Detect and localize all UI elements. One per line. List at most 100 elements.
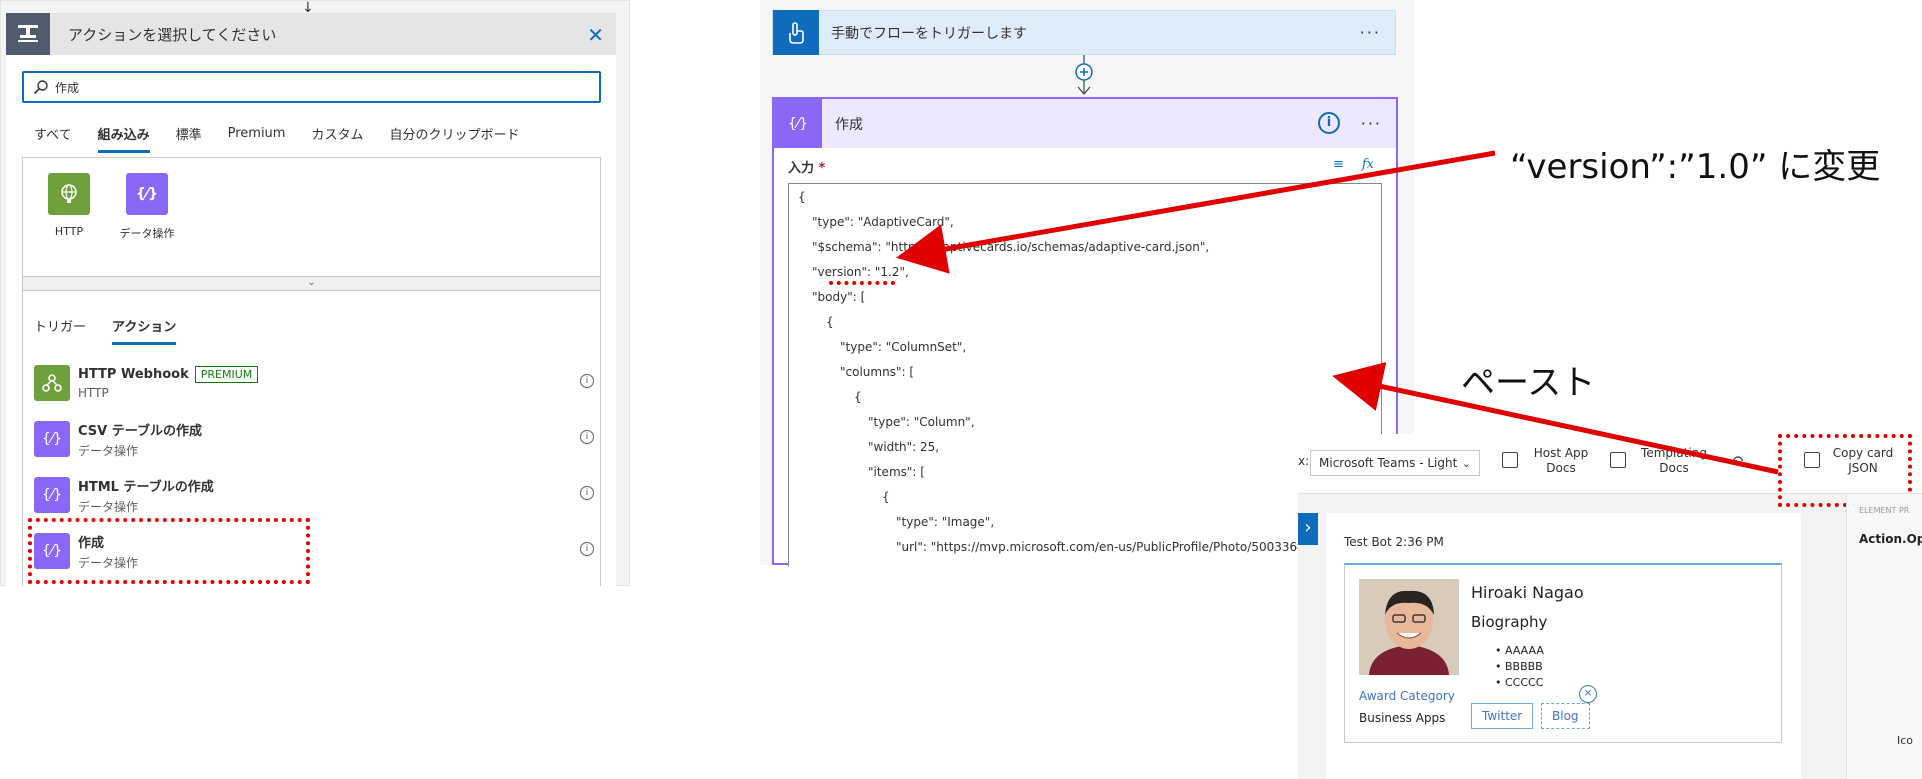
adaptive-card-designer: x: Microsoft Teams - Light ⌄ Host App Do…: [1298, 434, 1922, 779]
info-icon[interactable]: i: [580, 486, 594, 500]
host-app-value: Microsoft Teams - Light: [1319, 456, 1458, 470]
tab-triggers[interactable]: トリガー: [34, 316, 86, 345]
action-connector: データ操作: [78, 443, 139, 458]
json-line: "type": "Image",: [896, 515, 995, 529]
compose-header[interactable]: {⁄} 作成 i ···: [774, 99, 1396, 148]
collapse-toggle[interactable]: ⌄: [22, 277, 601, 291]
annotation-change-version: “version”:”1.0” に変更: [1510, 147, 1881, 187]
tab-all[interactable]: すべて: [34, 124, 72, 153]
twitter-button[interactable]: Twitter: [1471, 703, 1534, 729]
award-category-label: Award Category: [1359, 689, 1455, 703]
compose-title: 作成: [835, 116, 863, 133]
host-app-docs-button[interactable]: Host App Docs: [1502, 446, 1602, 476]
json-line-version: "version": "1.2",: [812, 265, 909, 279]
input-label: 入力 *: [788, 157, 825, 176]
json-line: "items": [: [868, 465, 925, 479]
selected-element-type: Action.Op: [1859, 532, 1922, 546]
list-item: • BBBBB: [1495, 660, 1543, 673]
action-connector: HTTP: [78, 386, 109, 400]
tab-built-in[interactable]: 組み込み: [97, 124, 150, 153]
json-line: {: [882, 490, 890, 504]
tab-my-clipboard[interactable]: 自分のクリップボード: [389, 124, 519, 153]
award-category-value: Business Apps: [1359, 711, 1446, 725]
trigger-action-tabs: トリガー アクション: [34, 316, 202, 345]
tab-custom[interactable]: カスタム: [311, 124, 363, 153]
connector-label: HTTP: [54, 225, 84, 238]
operation-icon: [6, 13, 50, 55]
undo-icon[interactable]: ↶: [1730, 452, 1743, 471]
dynamic-content-icon[interactable]: ≡: [1333, 157, 1344, 172]
search-input[interactable]: [55, 80, 555, 94]
action-create-csv-table[interactable]: {⁄} CSV テーブルの作成 データ操作 i: [34, 418, 594, 460]
braces-icon: {⁄}: [34, 421, 70, 457]
host-app-select[interactable]: Microsoft Teams - Light ⌄: [1310, 450, 1480, 476]
biography-list: • AAAAA • BBBBB • CCCCC: [1495, 643, 1544, 691]
json-line: "type": "Column",: [868, 415, 975, 429]
action-name: HTML テーブルの作成: [78, 479, 214, 495]
element-properties-pane: ELEMENT PR Action.Op Ico: [1846, 494, 1922, 779]
tab-premium[interactable]: Premium: [228, 126, 286, 151]
info-icon[interactable]: i: [1318, 112, 1340, 134]
remove-element-icon[interactable]: ×: [1579, 685, 1597, 703]
biography-heading: Biography: [1471, 613, 1548, 631]
close-icon[interactable]: ✕: [587, 23, 604, 47]
json-line: {: [854, 390, 862, 404]
json-input-field[interactable]: { "type": "AdaptiveCard", "$schema": "ht…: [788, 183, 1382, 567]
info-icon[interactable]: i: [580, 374, 594, 388]
template-icon: [1610, 452, 1626, 468]
host-prefix: x:: [1298, 454, 1310, 468]
bot-timestamp: Test Bot 2:36 PM: [1344, 535, 1444, 549]
json-line: "body": [: [812, 290, 866, 304]
braces-icon: {⁄}: [126, 173, 168, 215]
expand-panel-icon[interactable]: ›: [1298, 513, 1318, 545]
blog-button[interactable]: Blog: [1541, 703, 1590, 729]
connector-grid: HTTP {⁄} データ操作: [22, 157, 601, 277]
more-options-icon[interactable]: ···: [1360, 23, 1381, 42]
templating-docs-button[interactable]: Templating Docs: [1610, 446, 1720, 476]
json-line: "$schema": "http://adaptivecards.io/sche…: [812, 240, 1210, 254]
json-line: {: [826, 315, 834, 329]
hand-tap-icon: [773, 10, 819, 55]
json-line: "columns": [: [840, 365, 915, 379]
braces-icon: {⁄}: [774, 99, 822, 148]
connector-http[interactable]: HTTP: [29, 173, 109, 238]
globe-icon: [48, 173, 90, 215]
category-tabs: すべて 組み込み 標準 Premium カスタム 自分のクリップボード: [34, 123, 546, 153]
more-options-icon[interactable]: ···: [1361, 114, 1382, 133]
connector-data-operation[interactable]: {⁄} データ操作: [107, 173, 187, 241]
adaptive-card: Hiroaki Nagao Biography • AAAAA • BBBBB …: [1344, 563, 1782, 743]
input-label-text: 入力: [788, 161, 815, 176]
info-icon[interactable]: i: [580, 430, 594, 444]
chevron-down-icon: ⌄: [1461, 456, 1471, 470]
highlight-compose-action: [28, 518, 310, 584]
profile-photo: [1359, 579, 1459, 675]
tab-standard[interactable]: 標準: [176, 124, 202, 153]
panel-title: アクションを選択してください: [68, 25, 277, 44]
input-tools: ≡ fx: [1333, 157, 1374, 172]
action-connector: データ操作: [78, 499, 139, 514]
list-item: • AAAAA: [1495, 644, 1544, 657]
tab-actions[interactable]: アクション: [112, 316, 177, 345]
expression-icon[interactable]: fx: [1362, 157, 1374, 172]
premium-badge: PREMIUM: [194, 366, 259, 383]
button-label: Host App Docs: [1533, 446, 1589, 475]
json-line: "url": "https://mvp.microsoft.com/en-us/…: [896, 540, 1311, 554]
highlight-version-underline: [829, 281, 895, 285]
annotation-paste: ペースト: [1461, 363, 1596, 403]
document-icon: [1502, 452, 1518, 468]
json-line: "width": 25,: [868, 440, 940, 454]
connector-label: データ操作: [119, 227, 175, 240]
info-icon[interactable]: i: [580, 542, 594, 556]
action-http-webhook[interactable]: HTTP Webhook PREMIUM HTTP i: [34, 362, 594, 404]
trigger-title: 手動でフローをトリガーします: [831, 25, 1027, 42]
webhook-icon: [34, 365, 70, 401]
action-create-html-table[interactable]: {⁄} HTML テーブルの作成 データ操作 i: [34, 474, 594, 516]
button-label: Templating Docs: [1641, 446, 1707, 475]
list-item: • CCCCC: [1495, 676, 1544, 689]
chevron-down-icon: ⌄: [307, 277, 316, 288]
braces-icon: {⁄}: [34, 477, 70, 513]
icon-property-label: Ico: [1897, 734, 1914, 747]
add-step-connector[interactable]: [1072, 55, 1096, 97]
trigger-card[interactable]: 手動でフローをトリガーします ···: [772, 10, 1396, 55]
search-field[interactable]: [22, 71, 601, 103]
